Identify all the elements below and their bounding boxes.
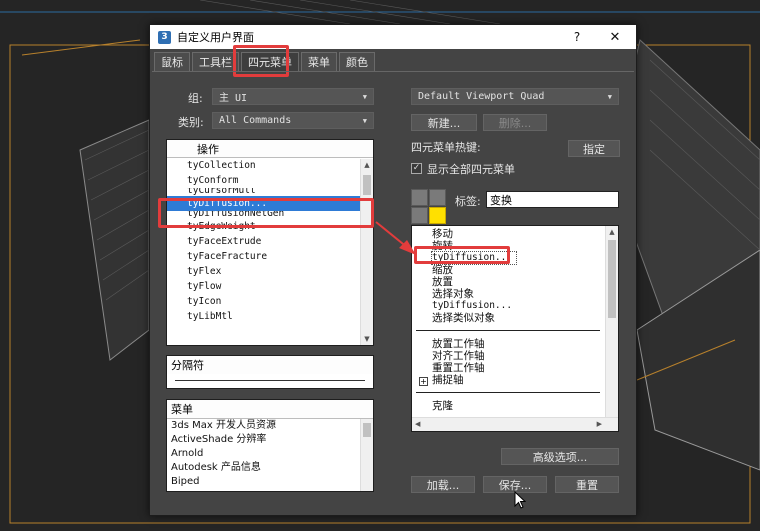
mouse-cursor-icon [514,491,526,509]
annotation-overlay [375,221,416,255]
